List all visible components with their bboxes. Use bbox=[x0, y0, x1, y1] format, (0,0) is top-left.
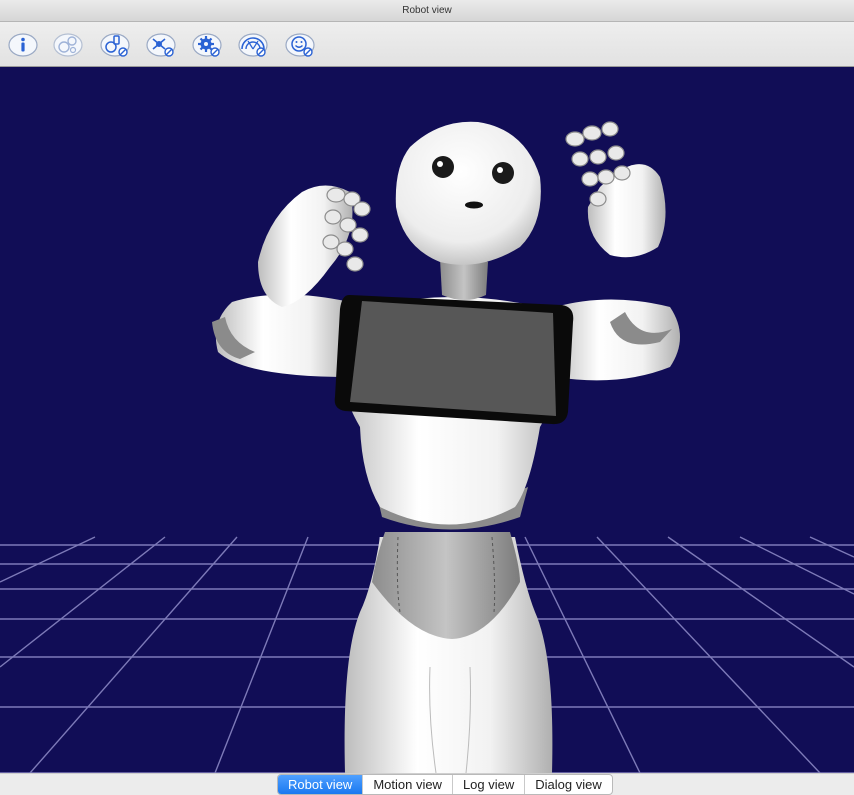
robot-right-arm bbox=[555, 121, 680, 381]
settings-toggle-button[interactable] bbox=[191, 31, 223, 59]
bubbles-icon bbox=[53, 33, 83, 57]
robot-scene bbox=[0, 121, 854, 773]
robot-leg bbox=[344, 532, 553, 773]
robot-mouth bbox=[465, 201, 483, 209]
sonar-toggle-button[interactable] bbox=[237, 31, 269, 59]
settings-disabled-icon bbox=[192, 33, 222, 57]
sensors-toggle-button[interactable] bbox=[145, 31, 177, 59]
robot-head bbox=[395, 121, 541, 265]
robot-left-eye bbox=[432, 156, 454, 178]
info-button[interactable] bbox=[7, 31, 39, 59]
tab-dialog-view[interactable]: Dialog view bbox=[524, 775, 611, 794]
toolbar bbox=[0, 22, 854, 67]
view-tabbar: Robot view Motion view Log view Dialog v… bbox=[0, 773, 854, 795]
bubbles-button[interactable] bbox=[52, 31, 84, 59]
view-tabs: Robot view Motion view Log view Dialog v… bbox=[277, 774, 613, 795]
sonar-disabled-icon bbox=[238, 33, 268, 57]
tab-robot-view[interactable]: Robot view bbox=[278, 775, 363, 794]
info-icon bbox=[8, 33, 38, 57]
face-toggle-button[interactable] bbox=[284, 31, 316, 59]
robot-3d-viewport[interactable] bbox=[0, 67, 854, 773]
sensors-disabled-icon bbox=[146, 33, 176, 57]
tab-log-view[interactable]: Log view bbox=[451, 775, 524, 794]
face-disabled-icon bbox=[285, 33, 315, 57]
tab-motion-view[interactable]: Motion view bbox=[362, 775, 452, 794]
window-title: Robot view bbox=[402, 5, 452, 16]
robot-right-eye bbox=[492, 162, 514, 184]
joints-toggle-button[interactable] bbox=[99, 31, 131, 59]
robot-chest-tablet bbox=[334, 294, 574, 425]
joints-disabled-icon bbox=[100, 33, 130, 57]
window-titlebar: Robot view bbox=[0, 0, 854, 22]
